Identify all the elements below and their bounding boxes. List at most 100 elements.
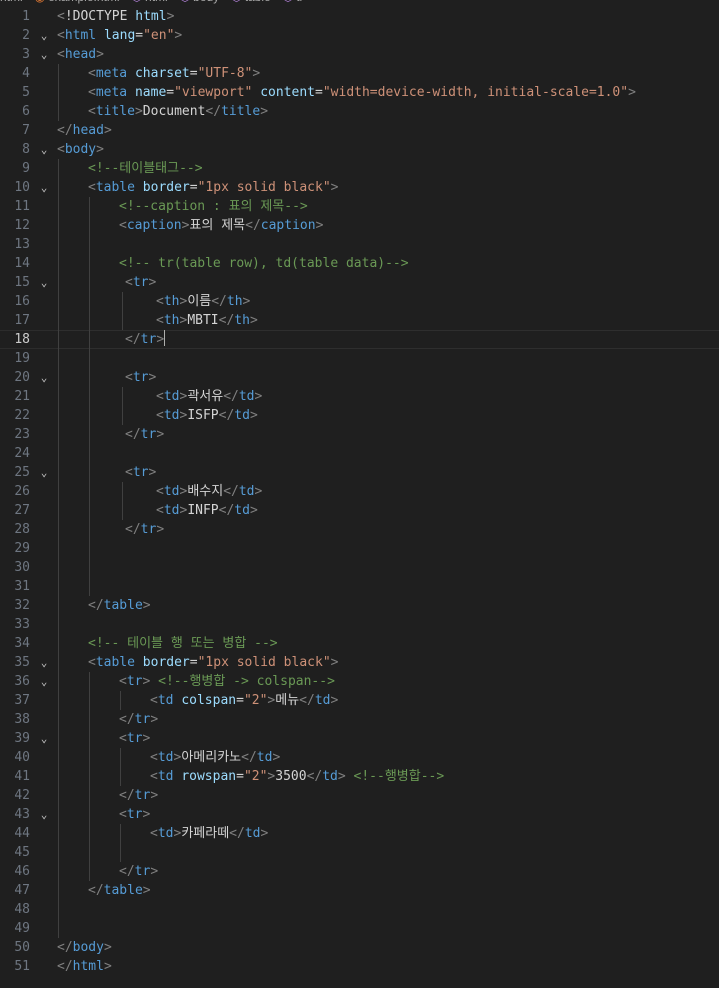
fold-chevron-icon[interactable]: ⌄	[37, 653, 51, 672]
fold-chevron-icon[interactable]: ⌄	[37, 26, 51, 45]
code-text: <tr>	[125, 273, 156, 292]
breadcrumb-item[interactable]: ⬡body	[180, 0, 220, 6]
line-content: <!-- tr(table row), td(table data)-->	[57, 254, 719, 273]
line-content: </table>	[57, 881, 719, 900]
code-line[interactable]: 32 </table>	[0, 596, 719, 615]
code-line[interactable]: 15 ⌄ <tr>	[0, 273, 719, 292]
fold-chevron-icon[interactable]: ⌄	[37, 45, 51, 64]
fold-chevron-icon[interactable]: ⌄	[37, 672, 51, 691]
code-line[interactable]: 51 </html>	[0, 957, 719, 976]
fold-chevron-icon[interactable]: ⌄	[37, 178, 51, 197]
line-number: 12	[14, 218, 30, 233]
code-line[interactable]: 50 </body>	[0, 938, 719, 957]
code-text: <head>	[57, 45, 104, 64]
code-line[interactable]: 42 </tr>	[0, 786, 719, 805]
code-text: <title>Document</title>	[88, 102, 268, 121]
code-line[interactable]: 33	[0, 615, 719, 634]
code-line[interactable]: 21 <td>곽서유</td>	[0, 387, 719, 406]
code-line[interactable]: 17 <th>MBTI</th>	[0, 311, 719, 330]
fold-chevron-icon[interactable]: ⌄	[37, 463, 51, 482]
code-line[interactable]: 39 ⌄ <tr>	[0, 729, 719, 748]
code-line[interactable]: 41 <td rowspan="2">3500</td> <!--행병합-->	[0, 767, 719, 786]
code-token: </	[223, 484, 239, 499]
line-content	[57, 349, 719, 368]
breadcrumb[interactable]: html›◉example.html›⬡html›⬡body›⬡table›⬡t…	[0, 0, 719, 6]
code-token: tr	[134, 712, 151, 727]
fold-chevron-icon[interactable]: ⌄	[37, 273, 51, 292]
code-line[interactable]: 38 </tr>	[0, 710, 719, 729]
line-content: </tr>	[57, 786, 719, 805]
line-number: 2	[22, 28, 30, 43]
code-line[interactable]: 49	[0, 919, 719, 938]
indent-guide	[58, 843, 59, 862]
code-line[interactable]: 1 <!DOCTYPE html>	[0, 7, 719, 26]
code-line[interactable]: 18 </tr>	[0, 330, 719, 349]
line-number: 34	[14, 636, 30, 651]
code-line[interactable]: 7 </head>	[0, 121, 719, 140]
code-line[interactable]: 40 <td>아메리카노</td>	[0, 748, 719, 767]
indent-guide	[58, 178, 59, 197]
line-number: 42	[14, 788, 30, 803]
code-line[interactable]: 3 ⌄ <head>	[0, 45, 719, 64]
indent-guide	[120, 824, 121, 843]
indent-guide	[89, 729, 90, 748]
code-line[interactable]: 16 <th>이름</th>	[0, 292, 719, 311]
code-line[interactable]: 8 ⌄ <body>	[0, 140, 719, 159]
code-line[interactable]: 4 <meta charset="UTF-8">	[0, 64, 719, 83]
code-line[interactable]: 28 </tr>	[0, 520, 719, 539]
code-line[interactable]: 12 <caption>표의 제목</caption>	[0, 216, 719, 235]
code-line[interactable]: 31	[0, 577, 719, 596]
breadcrumb-item[interactable]: ◉example.html	[35, 0, 120, 6]
code-line[interactable]: 11 <!--caption : 표의 제목-->	[0, 197, 719, 216]
code-line[interactable]: 5 <meta name="viewport" content="width=de…	[0, 83, 719, 102]
code-line[interactable]: 14 <!-- tr(table row), td(table data)-->	[0, 254, 719, 273]
code-token: <!--행병합-->	[353, 769, 445, 784]
code-token: td	[157, 826, 174, 841]
code-line[interactable]: 47 </table>	[0, 881, 719, 900]
breadcrumb-item[interactable]: html	[0, 0, 23, 6]
code-token: </	[57, 959, 73, 974]
fold-chevron-icon[interactable]: ⌄	[37, 368, 51, 387]
line-number: 21	[14, 389, 30, 404]
fold-chevron-icon[interactable]: ⌄	[37, 729, 51, 748]
code-token: rowspan	[181, 769, 237, 784]
breadcrumb-item[interactable]: ⬡html	[132, 0, 168, 6]
code-line[interactable]: 46 </tr>	[0, 862, 719, 881]
code-token: <	[88, 104, 96, 119]
code-line[interactable]: 24	[0, 444, 719, 463]
code-line[interactable]: 48	[0, 900, 719, 919]
code-line[interactable]: 35 ⌄ <table border="1px solid black">	[0, 653, 719, 672]
code-text: <!--caption : 표의 제목-->	[119, 197, 308, 216]
code-text: </tr>	[125, 425, 164, 444]
breadcrumb-item[interactable]: ⬡ table	[231, 0, 271, 6]
code-line[interactable]: 34 <!-- 테이블 행 또는 병합 -->	[0, 634, 719, 653]
code-line[interactable]: 43 ⌄ <tr>	[0, 805, 719, 824]
code-line[interactable]: 27 <td>INFP</td>	[0, 501, 719, 520]
code-line[interactable]: 36 ⌄ <tr> <!--행병합 -> colspan-->	[0, 672, 719, 691]
code-line[interactable]: 23 </tr>	[0, 425, 719, 444]
code-text: <!-- tr(table row), td(table data)-->	[119, 254, 409, 273]
breadcrumb-item[interactable]: ⬡tr	[283, 0, 304, 6]
fold-chevron-icon[interactable]: ⌄	[37, 140, 51, 159]
code-line[interactable]: 6 <title>Document</title>	[0, 102, 719, 121]
code-line[interactable]: 26 <td>배수지</td>	[0, 482, 719, 501]
code-line[interactable]: 44 <td>카페라떼</td>	[0, 824, 719, 843]
code-line[interactable]: 29	[0, 539, 719, 558]
line-number: 33	[14, 617, 30, 632]
fold-chevron-icon[interactable]: ⌄	[37, 805, 51, 824]
code-line[interactable]: 10 ⌄ <table border="1px solid black">	[0, 178, 719, 197]
code-line[interactable]: 20 ⌄ <tr>	[0, 368, 719, 387]
code-line[interactable]: 2 ⌄ <html lang="en">	[0, 26, 719, 45]
indent-guide	[58, 805, 59, 824]
code-line[interactable]: 37 <td colspan="2">메뉴</td>	[0, 691, 719, 710]
code-line[interactable]: 30	[0, 558, 719, 577]
code-token: td	[314, 693, 331, 708]
code-line[interactable]: 19	[0, 349, 719, 368]
code-line[interactable]: 13	[0, 235, 719, 254]
code-line[interactable]: 25 ⌄ <tr>	[0, 463, 719, 482]
code-line[interactable]: 45	[0, 843, 719, 862]
indent-guide	[122, 501, 123, 520]
code-editor[interactable]: 1 <!DOCTYPE html> 2 ⌄ <html lang="en"> 3 ⌄ <hea…	[0, 7, 719, 976]
code-line[interactable]: 22 <td>ISFP</td>	[0, 406, 719, 425]
code-line[interactable]: 9 <!--테이블태그-->	[0, 159, 719, 178]
